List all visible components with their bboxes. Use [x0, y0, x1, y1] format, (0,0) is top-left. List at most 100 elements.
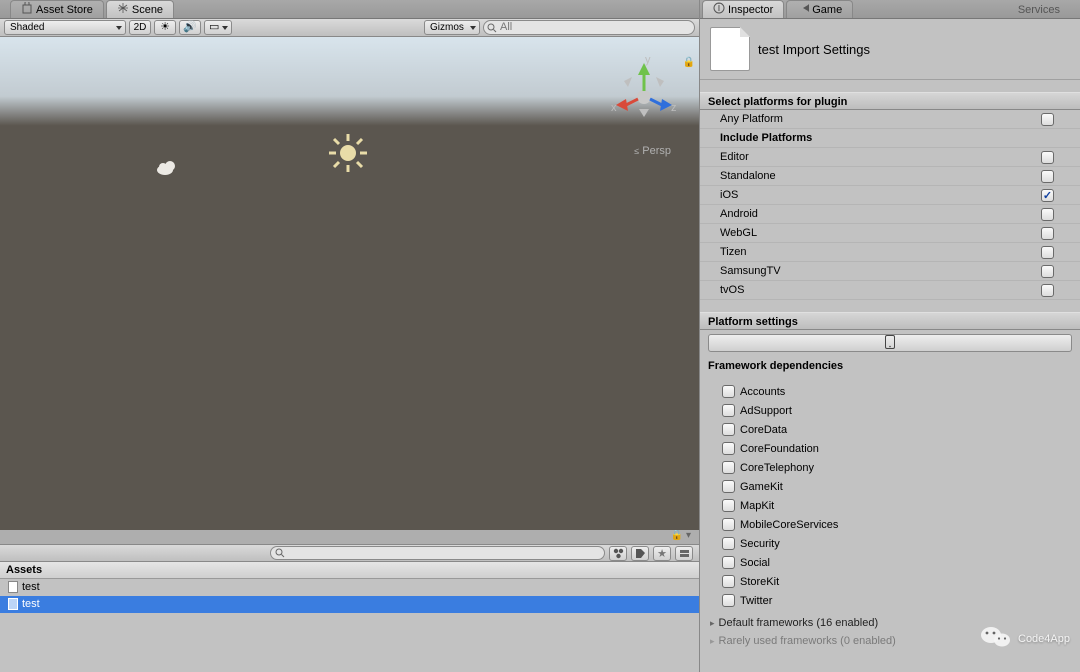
platform-row: Android	[700, 205, 1080, 224]
framework-row: Twitter	[722, 591, 1072, 610]
projection-label[interactable]: ≤ Persp	[634, 145, 671, 157]
toggle-2d-button[interactable]: 2D	[129, 20, 151, 35]
checkbox-adsupport[interactable]	[722, 404, 735, 417]
framework-label: Twitter	[740, 595, 772, 607]
svg-text:i: i	[718, 2, 720, 14]
panel-resize-handle[interactable]: 🔒 ▾	[0, 530, 699, 544]
shading-dropdown[interactable]: Shaded	[4, 20, 126, 35]
checkbox-tvos[interactable]	[1041, 284, 1054, 297]
checkbox-samsungtv[interactable]	[1041, 265, 1054, 278]
scene-toolbar: Shaded 2D ☀ 🔊 ▭ Gizmos All	[0, 19, 699, 37]
info-icon: i	[713, 2, 725, 17]
filter-by-label-button[interactable]	[631, 546, 649, 561]
checkbox-android[interactable]	[1041, 208, 1054, 221]
checkbox-any-platform[interactable]	[1041, 113, 1054, 126]
framework-label: Security	[740, 538, 780, 550]
checkbox-coretelephony[interactable]	[722, 461, 735, 474]
platform-row-any: Any Platform	[700, 110, 1080, 129]
framework-row: MapKit	[722, 496, 1072, 515]
phone-icon	[885, 335, 895, 352]
lock-icon[interactable]: 🔒	[683, 57, 695, 68]
gizmos-dropdown[interactable]: Gizmos	[424, 20, 480, 35]
checkbox-corefoundation[interactable]	[722, 442, 735, 455]
section-platform-settings: Platform settings	[700, 312, 1080, 330]
tab-label: Asset Store	[36, 4, 93, 16]
asset-item[interactable]: test	[0, 596, 699, 613]
checkbox-standalone[interactable]	[1041, 170, 1054, 183]
platform-label: tvOS	[720, 284, 1041, 296]
checkbox-security[interactable]	[722, 537, 735, 550]
scene-tabs: Asset Store Scene	[0, 0, 699, 19]
framework-row: GameKit	[722, 477, 1072, 496]
favorite-button[interactable]: ★	[653, 546, 671, 561]
sun-icon: ☀	[160, 21, 170, 34]
framework-label: Social	[740, 557, 770, 569]
scene-search-input[interactable]: All	[483, 20, 695, 35]
framework-row: AdSupport	[722, 401, 1072, 420]
camera-gizmo[interactable]	[156, 158, 180, 176]
search-icon	[487, 23, 497, 33]
watermark: Code4App	[980, 623, 1070, 654]
scene-viewport[interactable]: 🔒	[0, 37, 699, 530]
platform-label: Any Platform	[720, 113, 1041, 125]
checkbox-accounts[interactable]	[722, 385, 735, 398]
checkbox-social[interactable]	[722, 556, 735, 569]
lighting-toggle-button[interactable]: ☀	[154, 20, 176, 35]
framework-row: Security	[722, 534, 1072, 553]
left-panel: Asset Store Scene Shaded 2D ☀ 🔊 ▭ Gizmo	[0, 0, 700, 672]
checkbox-tizen[interactable]	[1041, 246, 1054, 259]
platform-settings-tabs[interactable]	[708, 334, 1072, 352]
grid-icon	[117, 2, 129, 17]
fx-dropdown[interactable]: ▭	[204, 20, 232, 35]
inspector-header: test Import Settings	[700, 19, 1080, 80]
filter-by-type-button[interactable]	[609, 546, 627, 561]
framework-label: CoreFoundation	[740, 443, 819, 455]
framework-label: StoreKit	[740, 576, 779, 588]
platform-label: Android	[720, 208, 1041, 220]
hidden-packages-button[interactable]	[675, 546, 693, 561]
directional-light-gizmo[interactable]	[327, 132, 369, 174]
tab-scene[interactable]: Scene	[106, 0, 174, 18]
inspector-title: test Import Settings	[758, 42, 870, 57]
pacman-icon	[797, 2, 809, 17]
asset-name: test	[22, 581, 40, 593]
checkbox-mapkit[interactable]	[722, 499, 735, 512]
section-select-platforms: Select platforms for plugin	[700, 92, 1080, 110]
checkbox-ios[interactable]	[1041, 189, 1054, 202]
platform-row: WebGL	[700, 224, 1080, 243]
tab-asset-store[interactable]: Asset Store	[10, 0, 104, 18]
platform-row: Tizen	[700, 243, 1080, 262]
platform-list: Any Platform Include Platforms Editor St…	[700, 110, 1080, 300]
framework-label: CoreTelephony	[740, 462, 814, 474]
orientation-gizmo[interactable]: y x z	[609, 55, 679, 125]
checkbox-storekit[interactable]	[722, 575, 735, 588]
project-search-input[interactable]	[270, 546, 605, 560]
checkbox-twitter[interactable]	[722, 594, 735, 607]
tab-game[interactable]: Game	[786, 0, 853, 18]
audio-toggle-button[interactable]: 🔊	[179, 20, 201, 35]
checkbox-webgl[interactable]	[1041, 227, 1054, 240]
platform-label: WebGL	[720, 227, 1041, 239]
file-icon	[8, 598, 18, 610]
speaker-icon: 🔊	[183, 21, 197, 34]
tab-services[interactable]: Services	[998, 2, 1080, 18]
tab-label: Scene	[132, 4, 163, 16]
asset-item[interactable]: test	[0, 579, 699, 596]
assets-header[interactable]: Assets	[0, 562, 699, 579]
framework-label: AdSupport	[740, 405, 792, 417]
project-toolbar: ★	[0, 544, 699, 562]
image-icon: ▭	[209, 21, 219, 33]
checkbox-gamekit[interactable]	[722, 480, 735, 493]
framework-row: CoreData	[722, 420, 1072, 439]
framework-row: MobileCoreServices	[722, 515, 1072, 534]
checkbox-coredata[interactable]	[722, 423, 735, 436]
axis-y-label: y	[645, 55, 651, 66]
checkbox-editor[interactable]	[1041, 151, 1054, 164]
checkbox-mobilecoreservices[interactable]	[722, 518, 735, 531]
tab-label: Game	[812, 4, 842, 16]
search-placeholder: All	[500, 21, 512, 33]
tab-inspector[interactable]: i Inspector	[702, 0, 784, 18]
asset-name: test	[22, 598, 40, 610]
axis-x-label: x	[611, 102, 617, 114]
framework-dependencies-title: Framework dependencies	[708, 360, 1080, 372]
